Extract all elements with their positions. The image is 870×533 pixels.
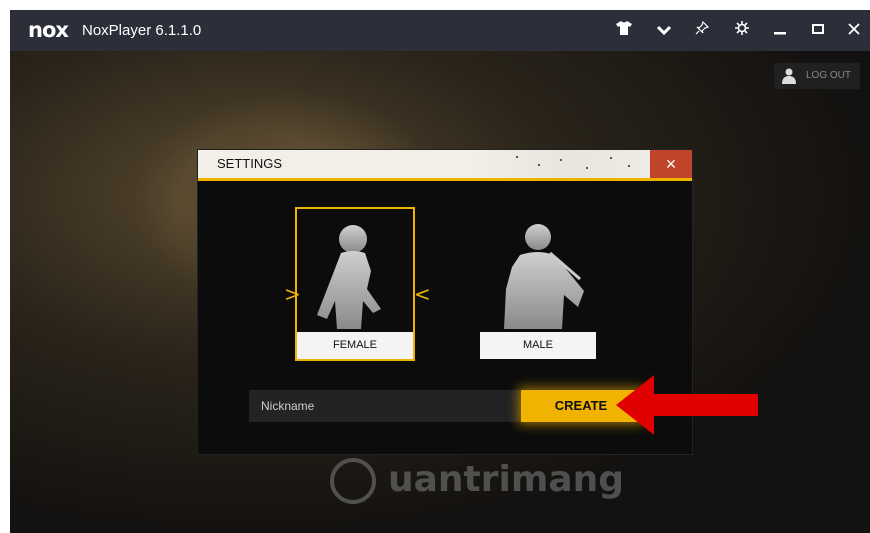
maximize-icon[interactable] [808,20,828,40]
dialog-close-button[interactable]: × [650,150,692,178]
header-texture [538,164,540,166]
character-male[interactable]: MALE [478,207,598,361]
dialog-header: SETTINGS × [198,150,692,181]
header-texture [560,159,562,161]
header-texture [628,165,630,167]
nox-window: nox NoxPlayer 6.1.1.0 LOG OUT SETTINGS ×… [10,10,870,533]
watermark-text: uantrimang [388,459,625,500]
minimize-icon[interactable] [770,20,790,40]
game-screen: LOG OUT SETTINGS × > < FEMALE MALE Nickn… [10,51,870,533]
app-title: NoxPlayer 6.1.1.0 [82,22,202,39]
logout-button[interactable]: LOG OUT [774,63,860,89]
pin-icon[interactable] [692,20,712,40]
female-silhouette-icon [317,225,381,329]
character-label-male: MALE [480,332,596,359]
user-icon [782,68,796,84]
lightbulb-icon [330,458,376,504]
character-female[interactable]: FEMALE [295,207,415,361]
logout-label: LOG OUT [806,70,852,81]
selector-arrow-right: < [414,282,431,306]
header-texture [516,156,518,158]
dialog-title: SETTINGS [217,156,283,171]
header-texture [586,167,588,169]
male-silhouette-icon [504,224,584,329]
close-icon[interactable] [844,20,864,40]
shirt-icon[interactable] [614,20,634,40]
titlebar: nox NoxPlayer 6.1.1.0 [10,10,870,51]
header-texture [610,157,612,159]
gear-icon[interactable] [732,20,752,40]
character-label-female: FEMALE [297,332,413,359]
chevron-down-icon[interactable] [654,20,674,40]
nox-logo: nox [28,18,69,42]
nickname-input[interactable] [249,390,527,422]
red-arrow-annotation [616,375,758,435]
